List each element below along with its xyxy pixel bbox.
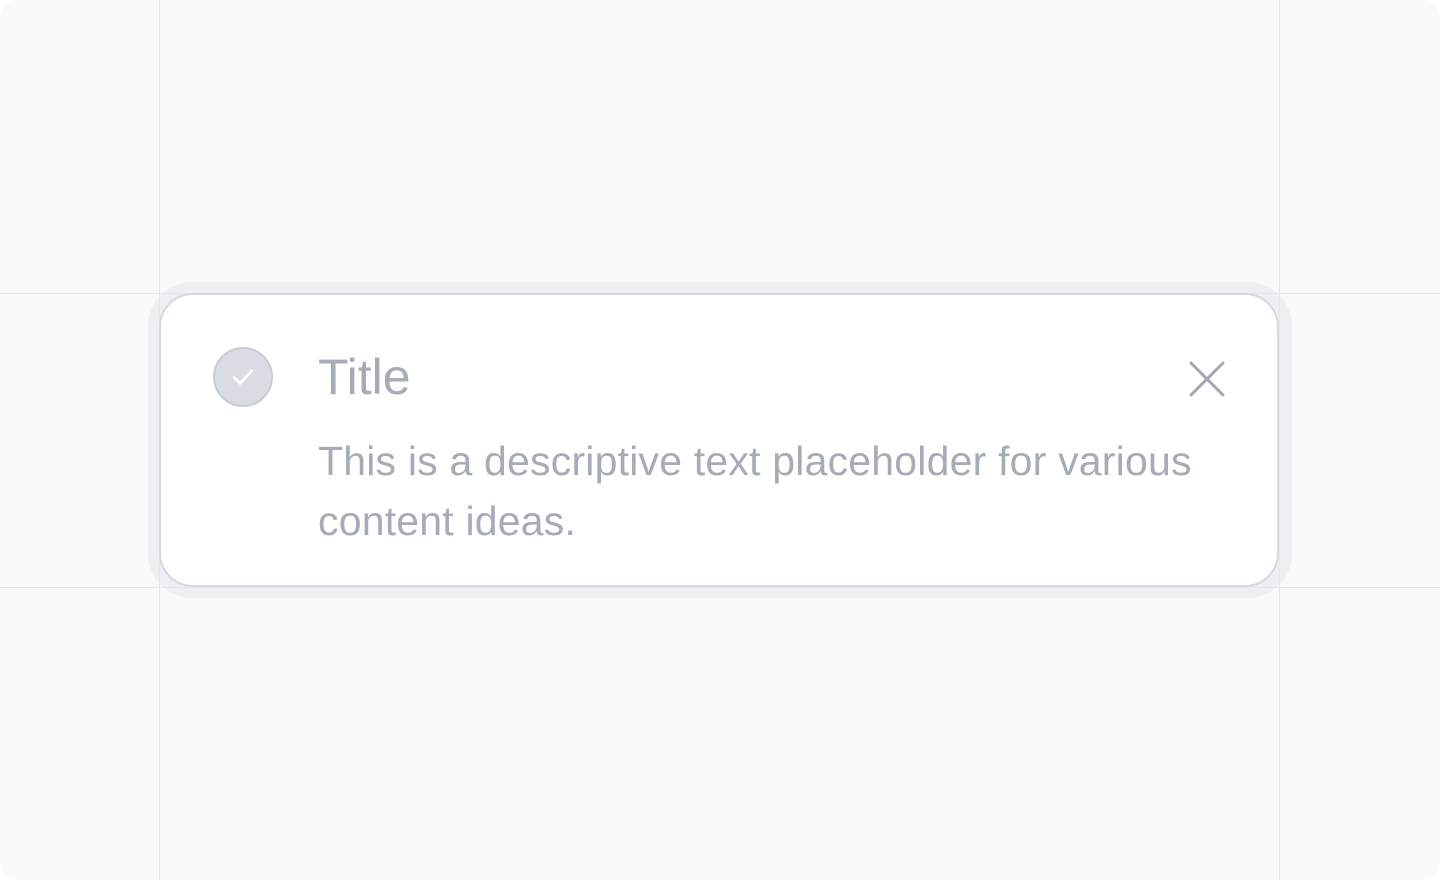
close-button[interactable] [1181,353,1233,405]
canvas: Title This is a descriptive text placeho… [0,0,1440,880]
toast-notification: Title This is a descriptive text placeho… [159,293,1279,587]
toast-description: This is a descriptive text placeholder f… [318,438,1192,544]
check-circle-icon [213,347,273,407]
toast-title: Title [318,349,411,405]
close-icon [1189,361,1225,397]
